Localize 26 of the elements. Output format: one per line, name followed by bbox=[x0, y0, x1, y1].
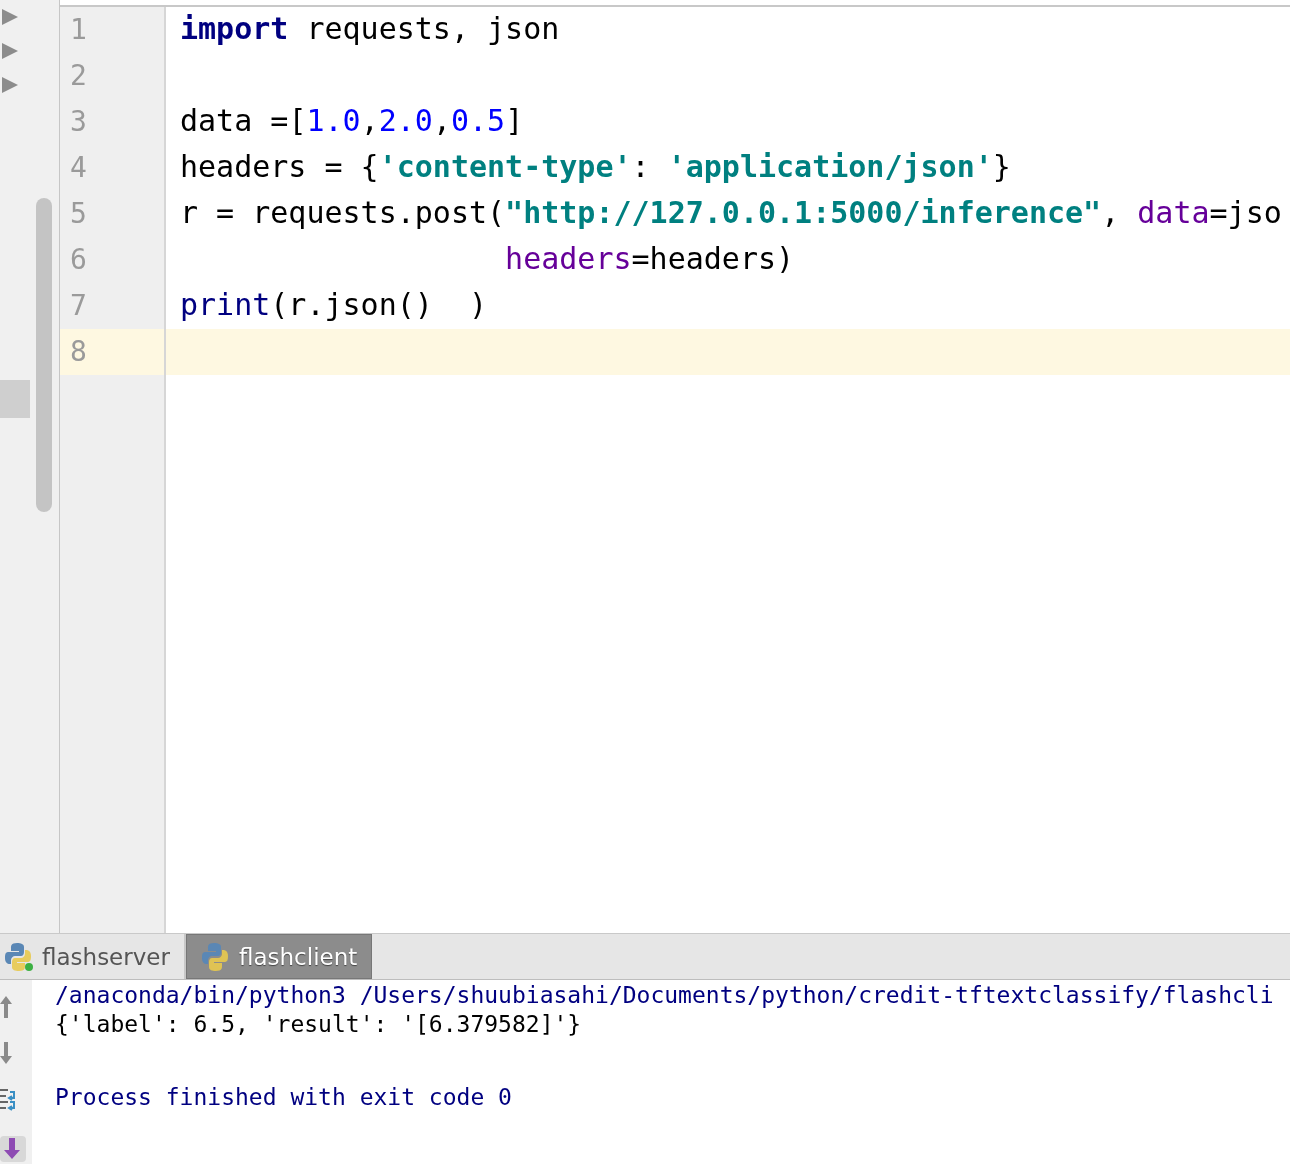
line-number: 4 bbox=[60, 145, 166, 191]
line-number: 3 bbox=[60, 99, 166, 145]
code-line: import requests, json bbox=[179, 10, 560, 48]
line-number: 2 bbox=[60, 53, 166, 99]
console-line: {'label': 6.5, 'result': '[6.379582]'} bbox=[55, 1010, 583, 1039]
code-line: r = requests.post("http://127.0.0.1:5000/inference", data=jso bbox=[179, 194, 1282, 232]
console-line: /anaconda/bin/python3 /Users/shuubiasahi/Documents/python/credit-tftextclassify/flashcli bbox=[55, 981, 1274, 1010]
line-number: 1 bbox=[60, 7, 166, 53]
line-number: 7 bbox=[60, 283, 166, 329]
code-line: headers=headers) bbox=[504, 240, 795, 278]
run-tab[interactable]: flashclient bbox=[185, 934, 373, 979]
python-icon bbox=[200, 941, 231, 972]
console-line: Process finished with exit code 0 bbox=[55, 1083, 513, 1112]
scrollbar-thumb[interactable] bbox=[36, 198, 52, 512]
line-number: 5 bbox=[60, 191, 166, 237]
wrap-icon[interactable] bbox=[0, 1088, 16, 1112]
code-line: data =[1.0,2.0,0.5] bbox=[179, 102, 524, 140]
expand-arrow-icon[interactable] bbox=[2, 9, 18, 25]
line-number: 6 bbox=[60, 237, 166, 283]
down-arrow-icon[interactable] bbox=[0, 1042, 12, 1064]
scroll-to-end-icon[interactable] bbox=[0, 1136, 26, 1162]
up-arrow-icon[interactable] bbox=[0, 996, 12, 1018]
code-line: print(r.json() ) bbox=[179, 286, 488, 324]
expand-arrow-icon[interactable] bbox=[2, 77, 18, 93]
code-line: headers = {'content-type': 'application/json'} bbox=[179, 148, 1011, 186]
expand-arrow-icon[interactable] bbox=[2, 43, 18, 59]
